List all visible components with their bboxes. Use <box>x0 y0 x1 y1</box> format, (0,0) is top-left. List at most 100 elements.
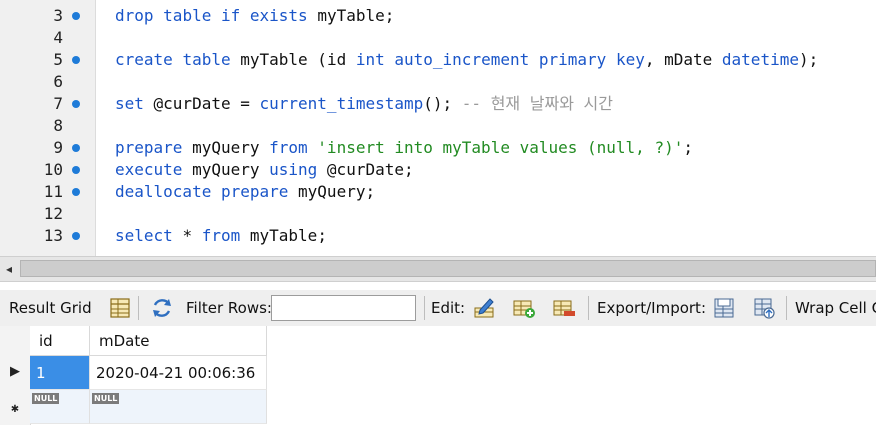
code-token: mDate <box>664 50 722 69</box>
code-token: myTable <box>317 6 385 25</box>
code-line[interactable]: 3 drop table if exists myTable; <box>0 5 876 27</box>
code-token: table <box>182 50 241 69</box>
add-row-icon[interactable] <box>512 296 536 320</box>
code-token: drop <box>115 6 164 25</box>
code-token: from <box>201 226 250 245</box>
import-icon[interactable] <box>752 296 776 320</box>
code-text: deallocate prepare myQuery; <box>115 181 375 203</box>
code-token: myQuery <box>192 138 270 157</box>
code-line[interactable]: 7 set @curDate = current_timestamp(); -- … <box>0 93 876 115</box>
code-token: myQuery <box>192 160 270 179</box>
code-line[interactable]: 12 <box>0 203 876 225</box>
code-token: ( <box>317 50 327 69</box>
code-line[interactable]: 11 deallocate prepare myQuery; <box>0 181 876 203</box>
code-text: set @curDate = current_timestamp(); -- 현… <box>115 93 613 115</box>
code-token: ; <box>365 182 376 201</box>
code-token: select <box>115 226 183 245</box>
edit-pencil-icon[interactable] <box>472 296 496 320</box>
code-token: prepare <box>115 138 193 157</box>
code-token: id <box>326 50 356 69</box>
scrollbar-thumb[interactable] <box>20 260 876 277</box>
code-token: primary <box>538 50 616 69</box>
column-header-id[interactable]: id <box>30 326 90 356</box>
code-token: if <box>220 6 250 25</box>
code-token: , <box>644 50 665 69</box>
toolbar-separator <box>424 296 425 320</box>
code-token: (); <box>423 94 462 113</box>
column-header-mdate[interactable]: mDate <box>90 326 267 356</box>
code-token: set <box>115 94 154 113</box>
code-line[interactable]: 10 execute myQuery using @curDate; <box>0 159 876 181</box>
code-line[interactable]: 5 create table myTable (id int auto_incre… <box>0 49 876 71</box>
code-token: 'insert into myTable values (null, ?)' <box>317 138 684 157</box>
filter-rows-label: Filter Rows: <box>186 299 272 317</box>
line-number: 8 <box>53 116 63 135</box>
code-token: prepare <box>220 182 299 201</box>
statement-marker-icon[interactable] <box>72 100 80 108</box>
horizontal-scrollbar[interactable]: ◂ <box>0 256 876 282</box>
export-icon[interactable] <box>712 296 736 320</box>
code-line[interactable]: 8 <box>0 115 876 137</box>
code-text: create table myTable (id int auto_increm… <box>115 49 818 71</box>
line-number: 12 <box>43 204 63 223</box>
new-row-indicator: ✱ <box>10 404 20 415</box>
code-token: int <box>355 50 395 69</box>
code-token: auto_increment <box>394 50 539 69</box>
table-cell-mdate[interactable]: 2020-04-21 00:06:36 <box>90 356 267 390</box>
current-row-indicator: ▶ <box>10 364 20 379</box>
statement-marker-icon[interactable] <box>72 166 80 174</box>
code-line[interactable]: 9 prepare myQuery from 'insert into myTab… <box>0 137 876 159</box>
result-grid-label[interactable]: Result Grid <box>9 290 92 326</box>
scroll-left-arrow-icon[interactable]: ◂ <box>0 257 18 281</box>
code-token: myTable <box>240 50 318 69</box>
toolbar-separator <box>588 296 589 320</box>
code-token: @curDate <box>326 160 404 179</box>
filter-icon[interactable] <box>150 296 174 320</box>
statement-marker-icon[interactable] <box>72 144 80 152</box>
line-number: 10 <box>43 160 63 179</box>
sql-editor[interactable]: 3 drop table if exists myTable; 4 5 create t… <box>0 0 876 256</box>
code-token: -- 현재 날짜와 시간 <box>461 94 614 113</box>
code-line[interactable]: 13 select * from myTable; <box>0 225 876 247</box>
code-token: table <box>163 6 221 25</box>
code-token: from <box>269 138 318 157</box>
line-number: 13 <box>43 226 63 245</box>
statement-marker-icon[interactable] <box>72 56 80 64</box>
edit-label: Edit: <box>431 299 466 317</box>
code-token: create <box>115 50 183 69</box>
code-token: datetime <box>721 50 799 69</box>
new-row-cell-id[interactable]: NULL <box>30 390 90 424</box>
code-token: = <box>230 94 260 113</box>
code-token: ; <box>317 226 327 245</box>
line-number: 5 <box>53 50 63 69</box>
code-token: ; <box>384 6 395 25</box>
grid-icon[interactable] <box>108 296 132 320</box>
delete-row-icon[interactable] <box>552 296 576 320</box>
code-token: deallocate <box>115 182 221 201</box>
null-badge: NULL <box>32 393 60 404</box>
code-text: execute myQuery using @curDate; <box>115 159 414 181</box>
wrap-cell-content-label[interactable]: Wrap Cell C <box>795 290 876 326</box>
code-token: myTable <box>249 226 318 245</box>
filter-rows-input[interactable] <box>271 295 416 321</box>
code-token: exists <box>249 6 318 25</box>
table-cell-id[interactable]: 1 <box>30 356 90 390</box>
new-row-cell-mdate[interactable]: NULL <box>90 390 267 424</box>
code-text: prepare myQuery from 'insert into myTabl… <box>115 137 693 159</box>
code-token: @curDate <box>153 94 231 113</box>
toolbar-separator <box>786 296 787 320</box>
result-grid: id mDate ▶ 1 2020-04-21 00:06:36 ✱ NULL … <box>0 326 876 425</box>
statement-marker-icon[interactable] <box>72 12 80 20</box>
code-token: execute <box>115 160 193 179</box>
null-badge: NULL <box>92 393 120 404</box>
line-number: 9 <box>53 138 63 157</box>
line-number: 11 <box>43 182 63 201</box>
code-text: drop table if exists myTable; <box>115 5 394 27</box>
code-token: * <box>182 226 202 245</box>
code-line[interactable]: 6 <box>0 71 876 93</box>
code-line[interactable]: 4 <box>0 27 876 49</box>
statement-marker-icon[interactable] <box>72 232 80 240</box>
statement-marker-icon[interactable] <box>72 188 80 196</box>
code-token: ; <box>403 160 414 179</box>
line-number: 7 <box>53 94 63 113</box>
